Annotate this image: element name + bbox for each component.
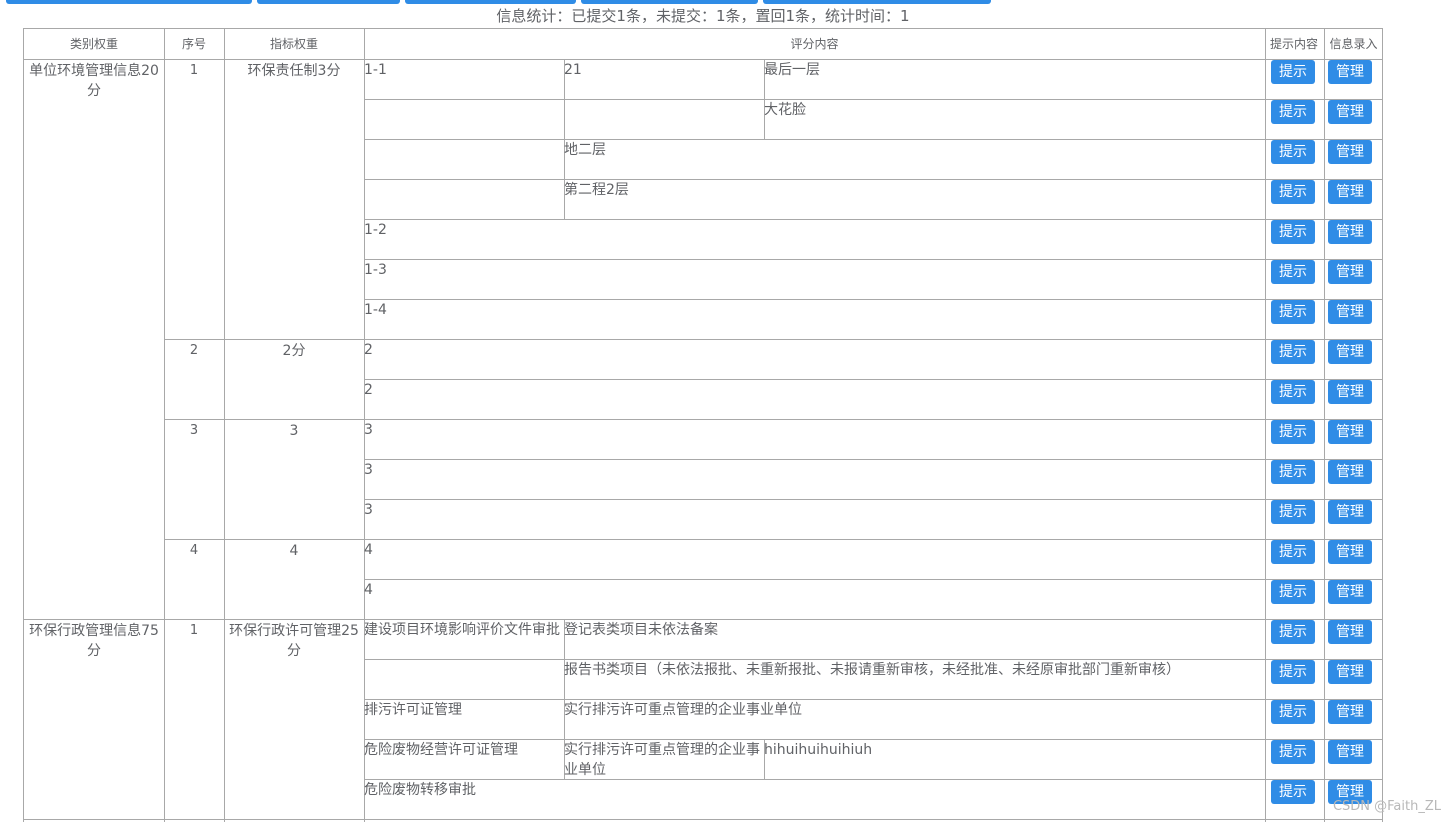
hint-button[interactable]: 提示 [1271,540,1315,564]
score-item-l1: 1-1 [364,62,387,78]
manage-button[interactable]: 管理 [1328,180,1372,204]
manage-button[interactable]: 管理 [1328,260,1372,284]
manage-button[interactable]: 管理 [1328,740,1372,764]
header-hint: 提示内容 [1269,37,1318,51]
score-item-l1: 建设项目环境影响评价文件审批 [364,622,560,638]
column-divider [1265,29,1266,822]
hint-button[interactable]: 提示 [1271,580,1315,604]
hint-button[interactable]: 提示 [1271,740,1315,764]
hint-button[interactable]: 提示 [1271,180,1315,204]
score-item-l1: 1-3 [364,262,387,278]
seq-number: 4 [189,543,199,558]
score-item-l1: 4 [364,542,373,558]
score-item-l1: 1-4 [364,302,387,318]
score-item-l1: 2 [364,382,373,398]
score-item-l2: 第二程2层 [564,182,629,198]
hint-button[interactable]: 提示 [1271,460,1315,484]
header-category: 类别权重 [69,37,118,51]
header-entry: 信息录入 [1329,37,1378,51]
score-item-l2: 实行排污许可重点管理的企业事业单位 [564,742,760,778]
hint-button[interactable]: 提示 [1271,260,1315,284]
manage-button[interactable]: 管理 [1328,460,1372,484]
hint-button[interactable]: 提示 [1271,100,1315,124]
hint-button[interactable]: 提示 [1271,60,1315,84]
manage-button[interactable]: 管理 [1328,380,1372,404]
header-seq: 序号 [181,37,206,51]
score-table: 类别权重 序号 指标权重 评分内容 提示内容 信息录入 单位环境管理信息20分环… [23,28,1383,822]
manage-button[interactable]: 管理 [1328,60,1372,84]
score-item-l1: 2 [364,342,373,358]
hint-button[interactable]: 提示 [1271,700,1315,724]
indicator-label: 3 [289,423,299,439]
indicator-label: 环保责任制3分 [247,63,341,79]
seq-number: 3 [189,423,199,438]
stats-summary: 信息统计：已提交1条，未提交：1条，置回1条，统计时间：1 [496,7,910,25]
watermark: CSDN @Faith_ZL [1332,799,1441,814]
hint-button[interactable]: 提示 [1271,140,1315,164]
score-item-l3: 大花脸 [764,102,806,118]
manage-button[interactable]: 管理 [1328,140,1372,164]
row-divider [364,819,1382,820]
score-item-l3: hihuihuihuihiuh [764,742,873,758]
score-item-l1: 危险废物转移审批 [364,782,476,798]
manage-button[interactable]: 管理 [1328,620,1372,644]
hint-button[interactable]: 提示 [1271,300,1315,324]
hint-button[interactable]: 提示 [1271,500,1315,524]
score-item-l1: 4 [364,582,373,598]
cell-divider [564,99,565,139]
score-item-l3: 最后一层 [764,62,820,78]
top-button-5[interactable] [763,0,991,4]
category-label: 环保行政管理信息75分 [29,623,159,659]
manage-button[interactable]: 管理 [1328,580,1372,604]
manage-button[interactable]: 管理 [1328,220,1372,244]
score-item-l2: 实行排污许可重点管理的企业事业单位 [564,702,802,718]
indicator-label: 4 [289,543,299,559]
score-item-l2: 21 [564,62,582,78]
seq-number: 2 [189,343,199,358]
hint-button[interactable]: 提示 [1271,220,1315,244]
manage-button[interactable]: 管理 [1328,340,1372,364]
score-item-l2: 登记表类项目未依法备案 [564,622,718,638]
score-item-l1: 危险废物经营许可证管理 [364,742,518,758]
hint-button[interactable]: 提示 [1271,340,1315,364]
score-item-l1: 3 [364,462,373,478]
manage-button[interactable]: 管理 [1328,100,1372,124]
indicator-label: 2分 [282,343,306,359]
category-label: 单位环境管理信息20分 [29,63,159,99]
seq-number: 1 [189,623,199,638]
top-button-3[interactable] [405,0,576,4]
hint-button[interactable]: 提示 [1271,420,1315,444]
top-button-2[interactable] [257,0,400,4]
hint-button[interactable]: 提示 [1271,380,1315,404]
score-item-l1: 3 [364,502,373,518]
hint-button[interactable]: 提示 [1271,620,1315,644]
score-item-l1: 1-2 [364,222,387,238]
manage-button[interactable]: 管理 [1328,540,1372,564]
manage-button[interactable]: 管理 [1328,300,1372,324]
header-content: 评分内容 [790,37,839,51]
score-item-l1: 排污许可证管理 [364,702,462,718]
top-button-1[interactable] [6,0,252,4]
column-divider [1324,29,1325,822]
score-item-l1: 3 [364,422,373,438]
score-item-l2: 报告书类项目（未依法报批、未重新报批、未报请重新审核，未经批准、未经原审批部门重… [564,662,1180,678]
seq-number: 1 [189,63,199,78]
hint-button[interactable]: 提示 [1271,780,1315,804]
manage-button[interactable]: 管理 [1328,660,1372,684]
manage-button[interactable]: 管理 [1328,420,1372,444]
hint-button[interactable]: 提示 [1271,660,1315,684]
manage-button[interactable]: 管理 [1328,500,1372,524]
indicator-label: 环保行政许可管理25分 [229,623,359,659]
top-button-4[interactable] [581,0,758,4]
manage-button[interactable]: 管理 [1328,700,1372,724]
header-indicator: 指标权重 [269,37,318,51]
score-item-l2: 地二层 [564,142,606,158]
